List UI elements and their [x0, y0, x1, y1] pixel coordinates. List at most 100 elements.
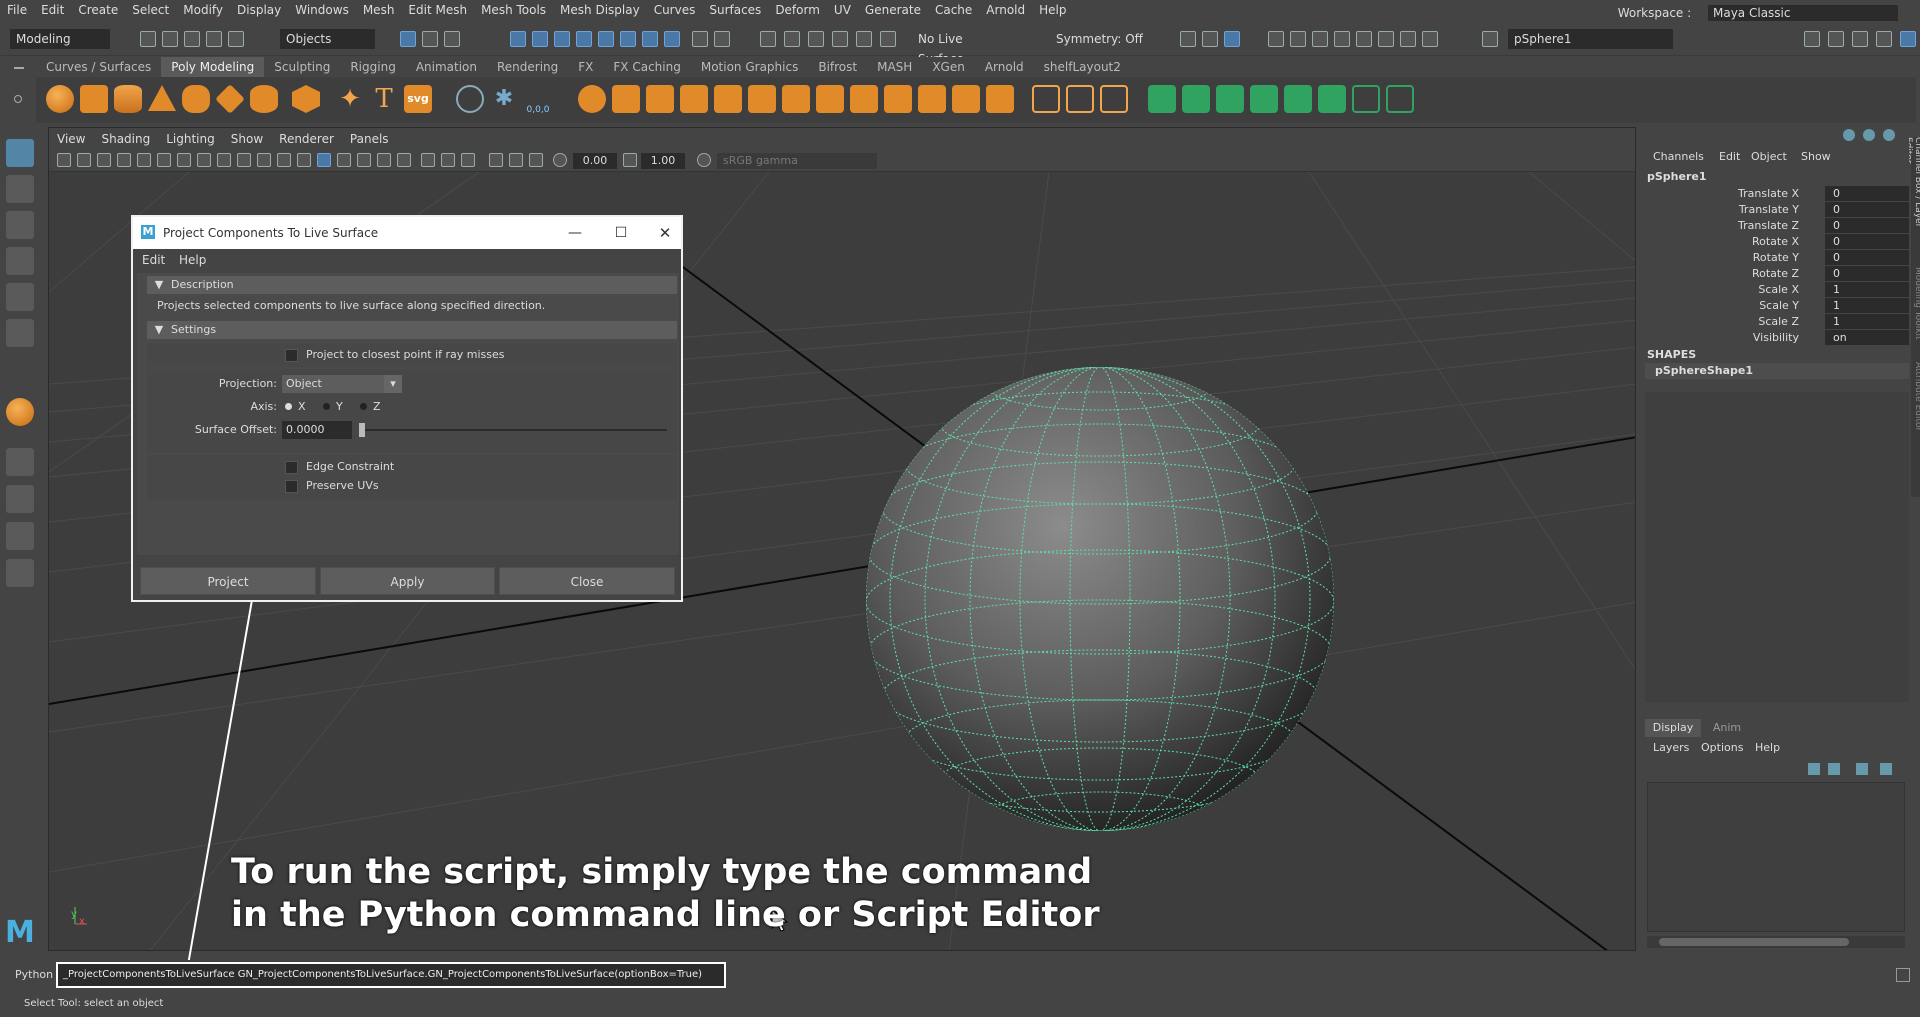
poly-plane-icon[interactable]	[215, 84, 245, 114]
select-by-component-icon[interactable]	[444, 31, 460, 47]
render-view-icon[interactable]	[1268, 31, 1284, 47]
camera-attributes-icon[interactable]	[77, 153, 91, 167]
rotate-tool-icon[interactable]	[6, 283, 34, 311]
uv-planar-icon[interactable]	[1148, 85, 1176, 113]
render-settings-icon[interactable]	[1334, 31, 1350, 47]
platonic-solid-icon[interactable]	[292, 85, 320, 113]
construction-history-icon[interactable]	[1180, 31, 1196, 47]
mask-dynamics-icon[interactable]	[620, 31, 636, 47]
viewport-menu-view[interactable]: View	[49, 128, 93, 150]
svg-tool-icon[interactable]: svg	[404, 85, 432, 113]
paint-select-tool-icon[interactable]	[6, 211, 34, 239]
uv-cut-icon[interactable]	[1352, 85, 1380, 113]
snap-projected-center-icon[interactable]	[880, 31, 896, 47]
snap-point-icon[interactable]	[808, 31, 824, 47]
fill-hole-icon[interactable]	[918, 85, 946, 113]
menu-edit[interactable]: Edit	[34, 0, 71, 20]
render-frame-icon[interactable]	[1290, 31, 1306, 47]
colorspace-dropdown[interactable]: sRGB gamma	[717, 153, 877, 169]
attr-value[interactable]: 0	[1825, 186, 1909, 201]
menu-generate[interactable]: Generate	[858, 0, 928, 20]
cb-menu-channels[interactable]: Channels	[1653, 147, 1704, 167]
attr-row-scale-z[interactable]: Scale Z 1	[1643, 314, 1909, 330]
move-tool-icon[interactable]	[6, 247, 34, 275]
wireframe-on-shaded-icon[interactable]	[337, 153, 351, 167]
bookmarks-icon[interactable]	[97, 153, 111, 167]
attr-value[interactable]: 0	[1825, 234, 1909, 249]
highlight-selection-icon[interactable]	[714, 31, 730, 47]
safe-action-icon[interactable]	[277, 153, 291, 167]
menu-uv[interactable]: UV	[827, 0, 858, 20]
bevel-icon[interactable]	[884, 85, 912, 113]
attr-row-visibility[interactable]: Visibility on	[1643, 330, 1909, 346]
exposure-icon[interactable]	[553, 153, 567, 167]
command-language-label[interactable]: Python	[15, 968, 53, 981]
shape-node-row[interactable]: pSphereShape1	[1645, 363, 1909, 379]
snap-grid-icon[interactable]	[760, 31, 776, 47]
use-all-lights-icon[interactable]	[377, 153, 391, 167]
cb-menu-show[interactable]: Show	[1801, 147, 1831, 167]
redo-icon[interactable]	[228, 31, 244, 47]
new-layer-icon[interactable]	[1856, 763, 1868, 775]
smooth-icon[interactable]	[714, 85, 742, 113]
closest-point-checkbox[interactable]	[285, 348, 298, 362]
ambient-occlusion-icon[interactable]	[489, 153, 503, 167]
side-tab-attribute-editor[interactable]: Attribute Editor	[1909, 362, 1920, 442]
undo-icon[interactable]	[206, 31, 222, 47]
shelf-tab-animation[interactable]: Animation	[406, 57, 487, 77]
pin-panel-icon[interactable]	[1883, 129, 1895, 141]
dialog-titlebar[interactable]: M Project Components To Live Surface — ☐…	[133, 217, 681, 249]
poly-disc-icon[interactable]	[250, 85, 278, 113]
reduce-icon[interactable]	[748, 85, 776, 113]
script-editor-icon[interactable]	[1896, 968, 1910, 982]
menu-modify[interactable]: Modify	[176, 0, 230, 20]
make-live-icon[interactable]	[856, 31, 872, 47]
smooth-shade-icon[interactable]	[317, 153, 331, 167]
extrude-icon[interactable]	[850, 85, 878, 113]
lock-selection-icon[interactable]	[692, 31, 708, 47]
snap-view-plane-icon[interactable]	[832, 31, 848, 47]
viewport-menu-show[interactable]: Show	[223, 128, 271, 150]
surface-offset-slider-handle[interactable]	[359, 423, 365, 437]
shelf-tab-motion-graphics[interactable]: Motion Graphics	[691, 57, 809, 77]
mask-joints-icon[interactable]	[532, 31, 548, 47]
attribute-editor-icon[interactable]	[1852, 31, 1868, 47]
attr-value[interactable]: 1	[1825, 298, 1909, 313]
menu-mesh[interactable]: Mesh	[356, 0, 402, 20]
minimize-icon[interactable]: —	[563, 217, 587, 249]
separate-icon[interactable]	[612, 85, 640, 113]
maximize-icon[interactable]: ☐	[609, 217, 633, 249]
uv-layout-icon[interactable]	[1318, 85, 1346, 113]
dialog-menu-edit[interactable]: Edit	[142, 249, 165, 271]
select-by-hierarchy-icon[interactable]	[400, 31, 416, 47]
modeling-toolkit-icon[interactable]	[1804, 31, 1820, 47]
select-camera-icon[interactable]	[57, 153, 71, 167]
project-button[interactable]: Project	[140, 567, 316, 595]
lasso-tool-icon[interactable]	[6, 175, 34, 203]
textured-icon[interactable]	[357, 153, 371, 167]
attr-row-rotate-x[interactable]: Rotate X 0	[1643, 234, 1909, 250]
xray-icon[interactable]	[421, 153, 435, 167]
poly-sphere-icon[interactable]	[46, 85, 74, 113]
attr-row-scale-y[interactable]: Scale Y 1	[1643, 298, 1909, 314]
xray-joints-icon[interactable]	[441, 153, 455, 167]
new-layer-selected-icon[interactable]	[1880, 763, 1892, 775]
attr-row-rotate-y[interactable]: Rotate Y 0	[1643, 250, 1909, 266]
film-gate-icon[interactable]	[197, 153, 211, 167]
layer-list-scrollbar[interactable]	[1647, 936, 1905, 948]
settings-section-header[interactable]: ▼ Settings	[147, 321, 677, 339]
selection-mask-dropdown[interactable]: Objects	[280, 29, 375, 49]
shelf-tab-curves-surfaces[interactable]: Curves / Surfaces	[36, 57, 161, 77]
center-pivot-icon[interactable]	[456, 85, 484, 113]
image-plane-icon[interactable]	[117, 153, 131, 167]
color-management-icon[interactable]	[697, 153, 711, 167]
uv-spherical-icon[interactable]	[1216, 85, 1244, 113]
four-view-icon[interactable]	[6, 485, 34, 513]
snap-curve-icon[interactable]	[784, 31, 800, 47]
shelf-tab-poly-modeling[interactable]: Poly Modeling	[161, 57, 265, 77]
viewport-menu-panels[interactable]: Panels	[342, 128, 397, 150]
grid-icon[interactable]	[177, 153, 191, 167]
mask-curves-icon[interactable]	[554, 31, 570, 47]
attr-value[interactable]: 0	[1825, 218, 1909, 233]
axis-y-radio[interactable]: Y	[323, 399, 343, 415]
